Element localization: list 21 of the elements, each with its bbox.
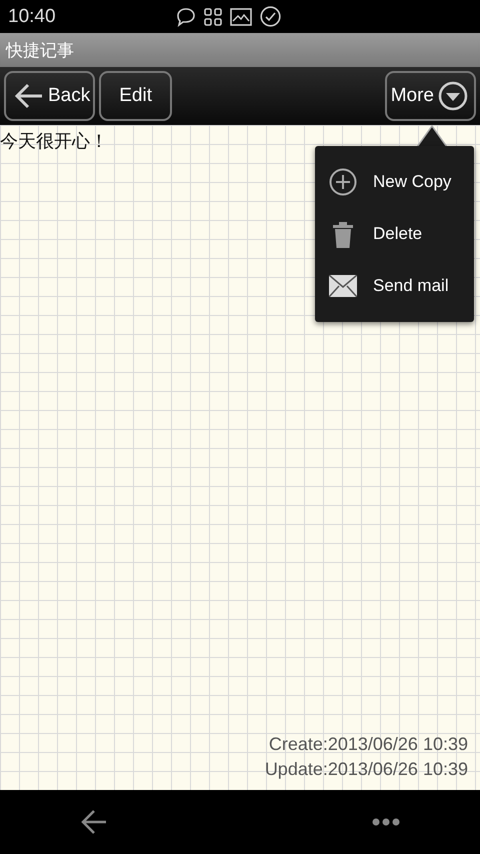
add-icon: [329, 168, 357, 196]
back-arrow-icon: [14, 83, 44, 109]
menu-item[interactable]: Delete: [315, 210, 474, 258]
dropdown-icon: [438, 81, 468, 111]
back-button[interactable]: Back: [4, 71, 96, 121]
more-button[interactable]: More: [384, 71, 476, 121]
note-text: 今天很开心！: [0, 130, 108, 153]
image-icon: [230, 8, 252, 26]
more-dots-icon[interactable]: [372, 818, 400, 826]
menu-item[interactable]: New Copy: [315, 158, 474, 206]
check-circle-icon: [260, 6, 281, 27]
app-title: 快捷记事: [6, 40, 74, 62]
status-time: 10:40: [8, 6, 56, 28]
mail-icon: [329, 275, 357, 297]
back-nav-icon[interactable]: [80, 809, 108, 835]
chat-bubble-icon: [176, 6, 196, 26]
menu-item[interactable]: Send mail: [315, 262, 474, 310]
apps-icon: [204, 8, 222, 26]
created-timestamp: Create:2013/06/26 10:39: [268, 734, 468, 755]
edit-button[interactable]: Edit: [99, 71, 172, 121]
updated-timestamp: Update:2013/06/26 10:39: [264, 759, 468, 780]
